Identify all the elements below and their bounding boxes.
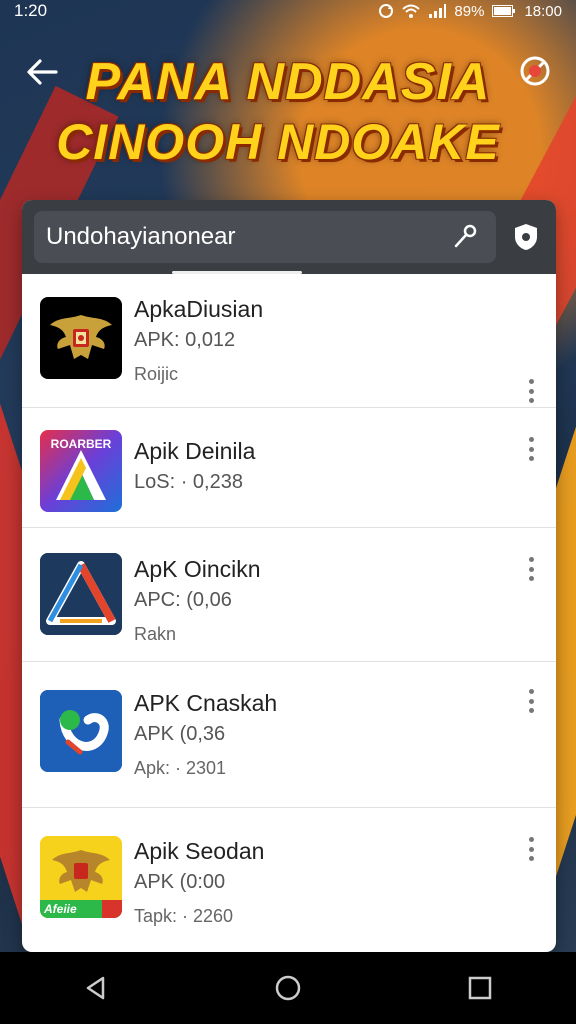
app-detail: LoS: · 0,238: [134, 471, 243, 493]
status-time-right: 18:00: [524, 2, 562, 20]
battery-percent: 89%: [454, 2, 485, 20]
nav-home-button[interactable]: [258, 958, 318, 1018]
app-name: APK Cnaskah: [134, 690, 278, 716]
nav-recents-button[interactable]: [450, 958, 510, 1018]
blue-swoosh-logo-icon: [40, 690, 122, 772]
app-name: ApK Oincikn: [134, 556, 261, 582]
icon-badge: Afeiie: [44, 902, 77, 916]
app-detail: APK (0:00: [134, 871, 226, 893]
app-extra: Apk: · 2301: [134, 758, 227, 778]
sync-icon: [378, 3, 394, 19]
banner-title-line1: PANA NDDASIA: [85, 53, 491, 111]
app-name: ApkaDiusian: [134, 296, 264, 322]
app-extra: Tapk: · 2260: [134, 906, 234, 926]
search-bar: Undohayianonear: [22, 200, 556, 274]
banner-title-line2: CINOOH NDOAKE: [56, 114, 500, 170]
garuda-emblem-icon: [40, 297, 122, 379]
promo-button[interactable]: [514, 50, 556, 92]
status-icons: 89% 18:00: [378, 3, 562, 20]
list-item[interactable]: APK Cnaskah APK (0,36 Apk: · 2301: [22, 662, 556, 808]
triangle-back-icon: [86, 976, 105, 1000]
app-detail: APK: 0,012: [134, 329, 236, 351]
app-texts: APK Cnaskah APK (0,36 Apk: · 2301: [134, 690, 506, 779]
app-texts: ApK Oincikn APC: (0,06 Rakn: [134, 556, 506, 645]
list-item[interactable]: ApkaDiusian APK: 0,012 Roijic: [22, 274, 556, 408]
no-ads-icon: [520, 56, 550, 86]
app-extra: Roijic: [134, 364, 179, 384]
battery-icon: [492, 5, 516, 17]
app-list: ApkaDiusian APK: 0,012 Roijic ROARBER Ap…: [22, 274, 556, 952]
app-name: Apik Deinila: [134, 438, 256, 464]
list-item[interactable]: Afeiie Apik Seodan APK (0:00 Tapk: · 226…: [22, 808, 556, 952]
colorful-a-logo-icon: ROARBER: [40, 430, 122, 512]
circle-home-icon: [275, 975, 301, 1001]
banner-title: PANA NDDASIA CINOOH NDOAKE: [40, 52, 536, 172]
nav-back-button[interactable]: [66, 958, 126, 1018]
square-recents-icon: [468, 976, 492, 1000]
shield-button[interactable]: [506, 217, 546, 257]
app-detail: APC: (0,06: [134, 589, 232, 611]
signal-icon: [428, 4, 447, 18]
system-nav-bar: [0, 952, 576, 1024]
status-time-left: 1:20: [14, 1, 48, 20]
pen-mic-icon: [454, 224, 477, 248]
icon-badge-text: ROARBER: [51, 437, 112, 451]
app-texts: Apik Seodan APK (0:00 Tapk: · 2260: [134, 838, 506, 927]
wifi-icon: [402, 4, 421, 18]
garuda-yellow-icon: Afeiie: [40, 836, 122, 918]
search-field[interactable]: Undohayianonear: [34, 211, 496, 263]
search-input[interactable]: Undohayianonear: [46, 223, 448, 251]
app-list-card: Undohayianonear ApkaDiusian APK: 0,012 R…: [22, 200, 556, 952]
more-options-button[interactable]: [520, 834, 542, 864]
status-bar: 1:20 89% 18:00: [0, 0, 576, 22]
more-options-button[interactable]: [520, 686, 542, 716]
triangle-a-logo-icon: [40, 553, 122, 635]
voice-search-button[interactable]: [448, 220, 482, 254]
app-extra: Rakn: [134, 624, 177, 644]
app-detail: APK (0,36: [134, 723, 226, 745]
shield-icon: [515, 224, 537, 250]
list-item[interactable]: ApK Oincikn APC: (0,06 Rakn: [22, 528, 556, 662]
app-texts: ApkaDiusian APK: 0,012 Roijic: [134, 296, 506, 385]
app-name: Apik Seodan: [134, 838, 265, 864]
list-item[interactable]: ROARBER Apik Deinila LoS: · 0,238: [22, 408, 556, 528]
more-options-button[interactable]: [520, 376, 542, 406]
app-texts: Apik Deinila LoS: · 0,238: [134, 438, 506, 494]
more-options-button[interactable]: [520, 554, 542, 584]
header-banner: PANA NDDASIA CINOOH NDOAKE: [0, 40, 576, 190]
more-options-button[interactable]: [520, 434, 542, 464]
